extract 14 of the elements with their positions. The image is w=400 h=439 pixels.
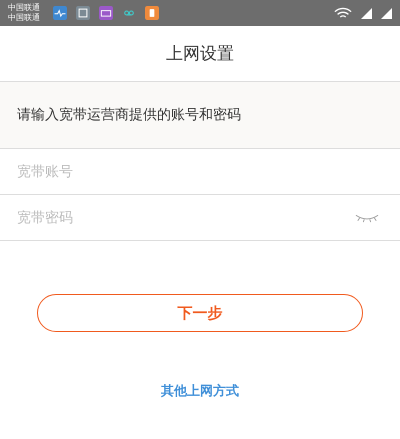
input-field[interactable]: 宽带账号 (17, 164, 383, 180)
wifi-icon (334, 6, 352, 20)
signal-icon (361, 8, 372, 18)
carrier-name: 中国联通 (8, 13, 40, 23)
heart-rate-icon (53, 6, 67, 20)
app-icon (145, 6, 159, 20)
closed-eye-icon[interactable] (355, 212, 379, 222)
page-title: 上网设置 (166, 43, 234, 65)
next-button[interactable]: 下一步 (37, 294, 363, 332)
other-methods-link[interactable]: 其他上网方式 (161, 382, 239, 400)
prompt-text: 请输入宽带运营商提供的账号和密码 (17, 106, 241, 124)
input-field[interactable]: 宽带密码 (17, 210, 355, 226)
signal-icon (381, 8, 392, 18)
carrier-name: 中国联通 (8, 3, 40, 13)
